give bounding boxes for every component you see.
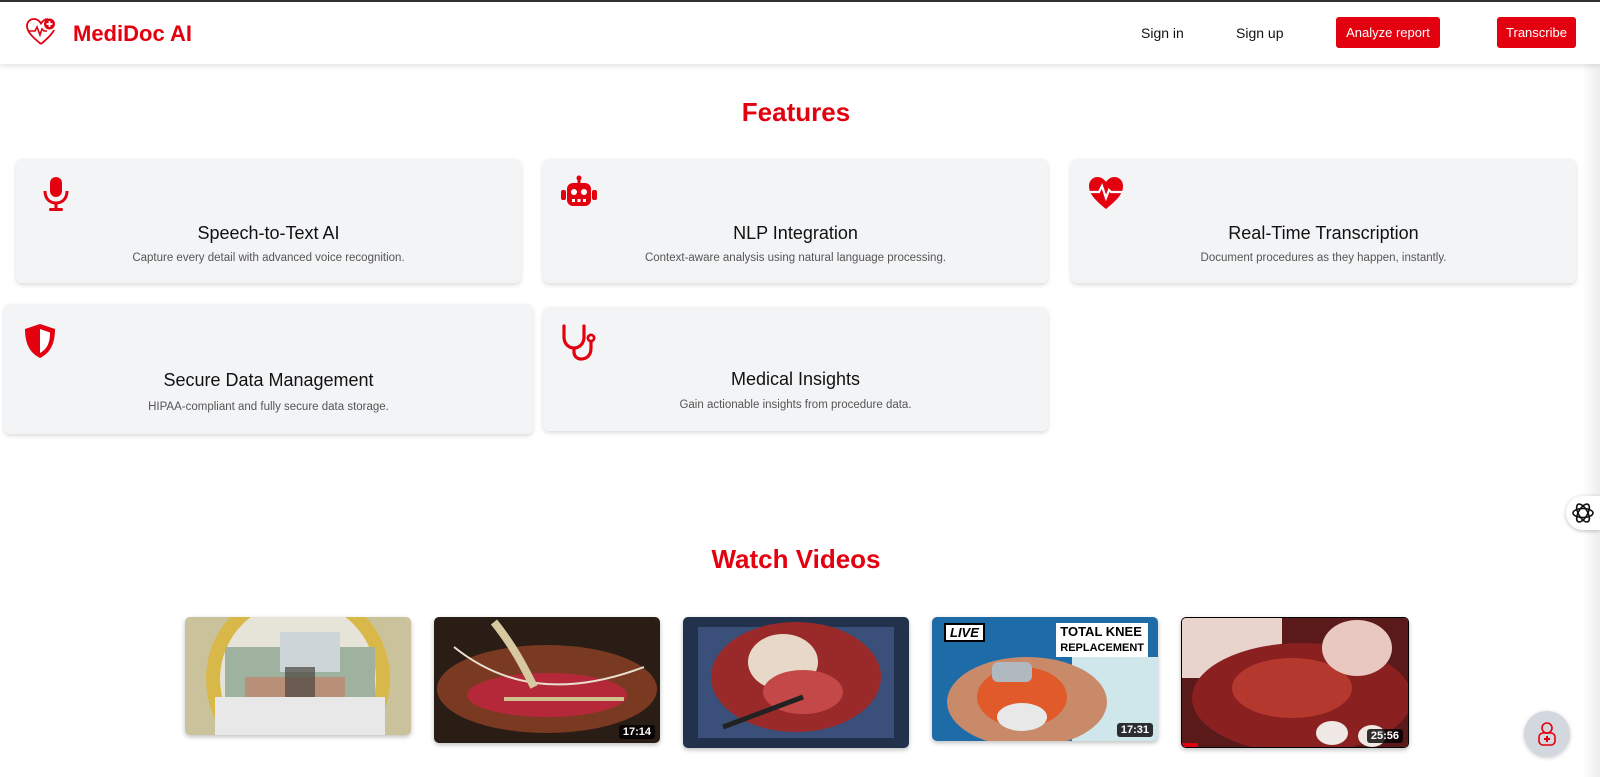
video-thumbnail-4[interactable]: LIVE TOTAL KNEE REPLACEMENT 17:31: [932, 617, 1158, 741]
robot-doctor-icon: [1538, 722, 1556, 746]
video-duration: 17:31: [1116, 723, 1153, 737]
video-duration: 25:56: [1366, 729, 1403, 743]
robot-icon: [560, 175, 598, 213]
transcribe-button[interactable]: Transcribe: [1497, 17, 1576, 48]
video-thumbnail-5[interactable]: 25:56: [1181, 617, 1409, 748]
feature-title: Speech-to-Text AI: [197, 223, 340, 243]
feature-card-speech-to-text: Speech-to-Text AI Capture every detail w…: [16, 159, 521, 283]
stethoscope-icon: [559, 323, 597, 361]
chatbot-button[interactable]: [1524, 711, 1570, 757]
analyze-report-button[interactable]: Analyze report: [1336, 17, 1440, 48]
feature-title: NLP Integration: [733, 223, 858, 243]
top-navbar: MediDoc AI Sign in Sign up Analyze repor…: [0, 2, 1600, 64]
brand-name[interactable]: MediDoc AI: [73, 21, 192, 47]
feature-title: Secure Data Management: [163, 370, 374, 390]
video-title-overlay: TOTAL KNEE REPLACEMENT: [1056, 623, 1148, 657]
heart-pulse-icon: [1087, 175, 1125, 213]
video-duration: 17:14: [618, 725, 655, 739]
video-title-line-2: REPLACEMENT: [1060, 642, 1144, 654]
video-thumbnail-1[interactable]: [185, 617, 411, 735]
feature-description: Document procedures as they happen, inst…: [1200, 252, 1447, 264]
feature-card-secure-data: Secure Data Management HIPAA-compliant a…: [4, 304, 533, 434]
features-heading: Features: [741, 97, 851, 127]
video-thumbnail-2[interactable]: 17:14: [434, 617, 660, 743]
live-badge: LIVE: [944, 623, 985, 642]
feature-title: Medical Insights: [730, 369, 861, 389]
video-thumbnail-3[interactable]: [683, 617, 909, 748]
feature-card-medical-insights: Medical Insights Gain actionable insight…: [543, 307, 1048, 431]
watch-videos-heading: Watch Videos: [711, 544, 881, 574]
heart-plus-logo-icon: [25, 16, 57, 48]
feature-description: Capture every detail with advanced voice…: [132, 252, 405, 264]
sign-in-link[interactable]: Sign in: [1141, 25, 1184, 41]
page-edge-shadow: [1582, 64, 1600, 777]
sign-up-link[interactable]: Sign up: [1236, 25, 1283, 41]
feature-description: Gain actionable insights from procedure …: [679, 399, 912, 411]
microphone-icon: [38, 175, 76, 213]
feature-card-nlp-integration: NLP Integration Context-aware analysis u…: [543, 159, 1048, 283]
feature-description: HIPAA-compliant and fully secure data st…: [148, 401, 389, 413]
shield-icon: [22, 322, 60, 360]
feature-title: Real-Time Transcription: [1228, 223, 1419, 243]
openai-sidebar-icon[interactable]: [1566, 496, 1600, 530]
feature-description: Context-aware analysis using natural lan…: [644, 252, 947, 264]
feature-card-real-time-transcription: Real-Time Transcription Document procedu…: [1071, 159, 1576, 283]
video-title-line-1: TOTAL KNEE: [1060, 624, 1142, 639]
